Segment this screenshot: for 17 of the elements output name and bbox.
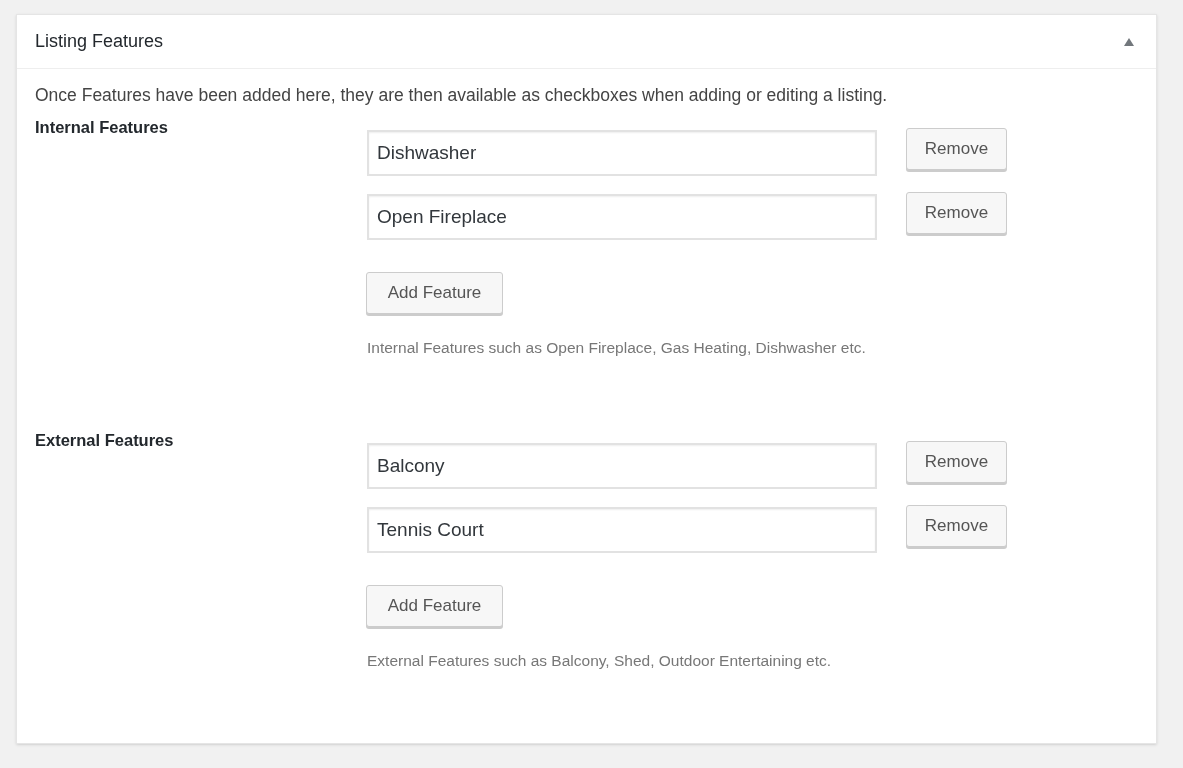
panel-title: Listing Features xyxy=(35,30,164,53)
description-text: Once Features have been added here, they are then available as checkboxes when adding or editing a listing. xyxy=(35,84,889,107)
feature-input[interactable]: Dishwasher xyxy=(367,130,877,176)
collapse-arrow-icon xyxy=(1124,37,1134,46)
section-label: External Features xyxy=(35,430,175,451)
feature-input[interactable]: Tennis Court xyxy=(367,507,877,553)
help-text: Internal Features such as Open Fireplace, Gas Heating, Dishwasher etc. xyxy=(367,338,867,358)
feature-input[interactable]: Balcony xyxy=(367,443,877,489)
add-feature-button[interactable]: Add Feature xyxy=(366,585,503,627)
section-label: Internal Features xyxy=(35,117,169,138)
remove-button[interactable]: Remove xyxy=(906,128,1007,170)
feature-input[interactable]: Open Fireplace xyxy=(367,194,877,240)
remove-button[interactable]: Remove xyxy=(906,441,1007,483)
remove-button[interactable]: Remove xyxy=(906,505,1007,547)
help-text: External Features such as Balcony, Shed, Outdoor Entertaining etc. xyxy=(367,651,833,671)
remove-button[interactable]: Remove xyxy=(906,192,1007,234)
add-feature-button[interactable]: Add Feature xyxy=(366,272,503,314)
